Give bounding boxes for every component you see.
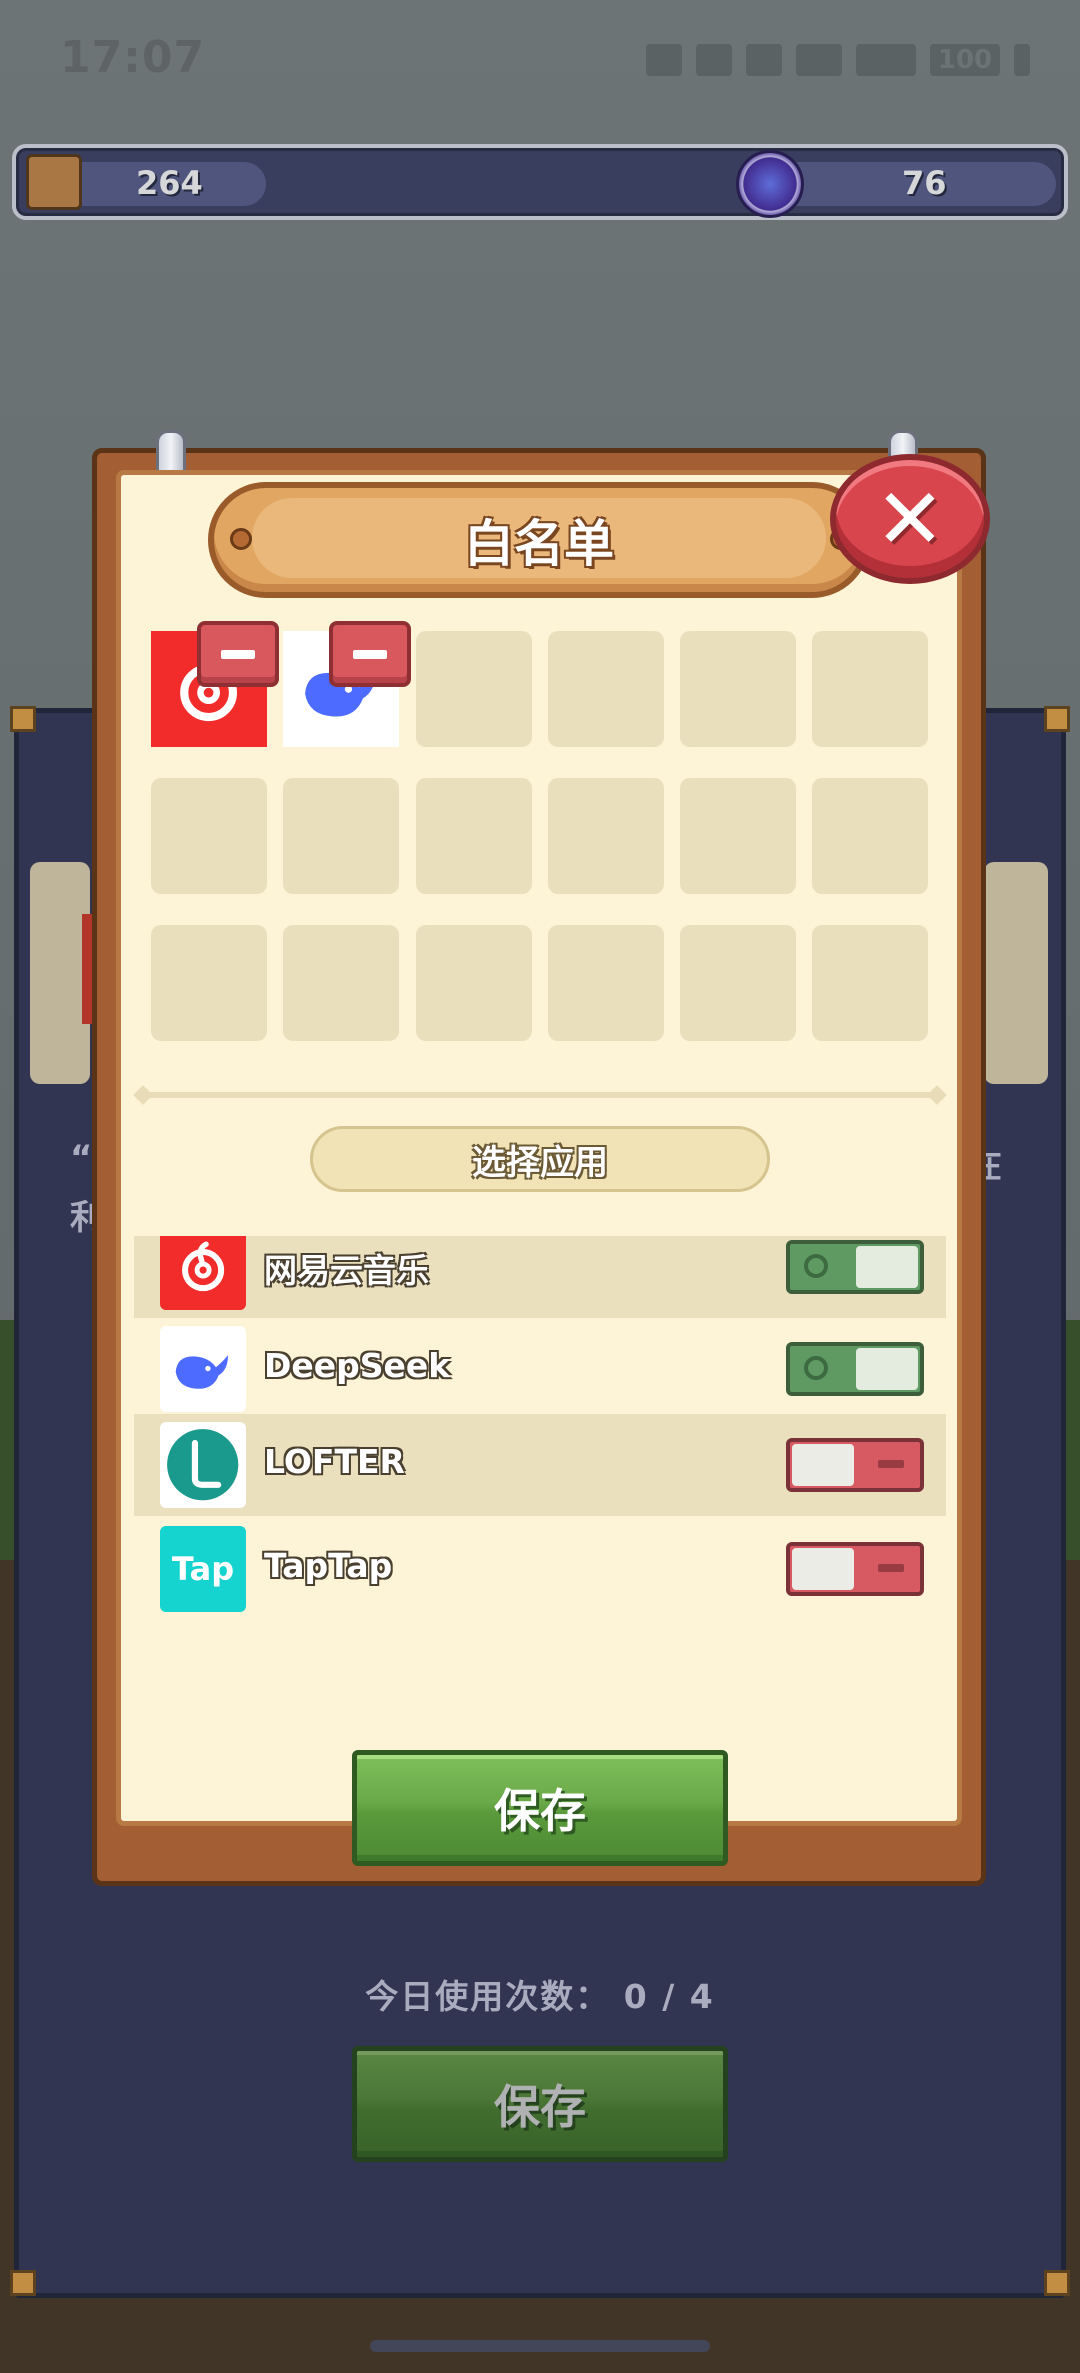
app-row: LOFTER xyxy=(134,1414,946,1516)
minus-icon xyxy=(221,649,255,659)
minus-icon xyxy=(353,649,387,659)
empty-slot xyxy=(416,925,532,1041)
empty-slot xyxy=(680,925,796,1041)
deepseek-icon xyxy=(160,1326,246,1412)
netease-music-icon xyxy=(160,1236,246,1310)
app-row: 网易云音乐 xyxy=(134,1236,946,1318)
app-name: TapTap xyxy=(264,1546,393,1585)
toggle-knob xyxy=(792,1444,854,1486)
app-row: DeepSeek xyxy=(134,1318,946,1420)
modal-title: 白名单 xyxy=(464,515,614,573)
toggle-off-icon xyxy=(878,1564,904,1572)
app-name: 网易云音乐 xyxy=(264,1251,429,1290)
empty-slot xyxy=(151,925,267,1041)
empty-slot xyxy=(548,778,664,894)
empty-slot xyxy=(812,925,928,1041)
divider xyxy=(140,1092,940,1098)
app-toggle[interactable] xyxy=(786,1438,924,1492)
close-button[interactable]: ✕ xyxy=(830,454,990,584)
taptap-icon-text: Tap xyxy=(171,1550,235,1588)
empty-slot xyxy=(812,631,928,747)
empty-slot xyxy=(283,925,399,1041)
app-row: Tap TapTap xyxy=(134,1518,946,1620)
empty-slot xyxy=(416,778,532,894)
empty-slot xyxy=(283,778,399,894)
taptap-icon: Tap xyxy=(160,1526,246,1612)
empty-slot xyxy=(812,778,928,894)
empty-slot xyxy=(680,631,796,747)
lofter-icon xyxy=(160,1422,246,1508)
app-toggle[interactable] xyxy=(786,1240,924,1294)
toggle-off-icon xyxy=(878,1460,904,1468)
app-list[interactable]: 网易云音乐 DeepSeek LOFTER Tap TapTap xyxy=(134,1236,946,1656)
app-name: DeepSeek xyxy=(264,1346,451,1385)
toggle-knob xyxy=(856,1348,918,1390)
app-toggle[interactable] xyxy=(786,1542,924,1596)
remove-button[interactable] xyxy=(197,621,279,687)
empty-slot xyxy=(548,925,664,1041)
empty-slot xyxy=(151,778,267,894)
toggle-on-icon xyxy=(804,1254,828,1278)
empty-slot xyxy=(416,631,532,747)
toggle-knob xyxy=(792,1548,854,1590)
close-icon: ✕ xyxy=(874,470,946,568)
remove-button[interactable] xyxy=(329,621,411,687)
toggle-knob xyxy=(856,1246,918,1288)
app-toggle[interactable] xyxy=(786,1342,924,1396)
empty-slot xyxy=(548,631,664,747)
app-name: LOFTER xyxy=(264,1442,405,1481)
save-button[interactable]: 保存 xyxy=(352,1750,728,1866)
choose-apps-heading: 选择应用 xyxy=(310,1126,770,1192)
toggle-on-icon xyxy=(804,1356,828,1380)
empty-slot xyxy=(680,778,796,894)
